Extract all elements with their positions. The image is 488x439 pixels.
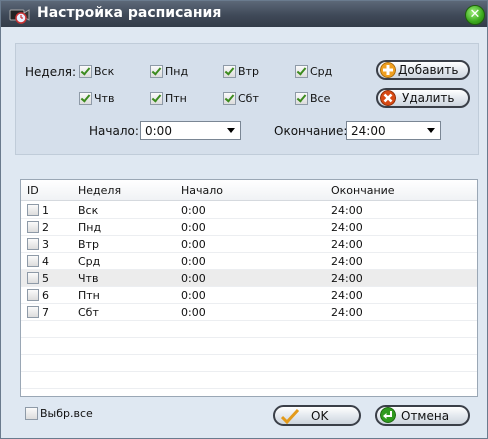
cancel-button[interactable]: Отмена [375,405,470,426]
row-checkbox[interactable] [27,221,39,233]
row-end: 24:00 [331,255,363,268]
row-id: 4 [42,255,49,268]
table-row[interactable]: 4 Срд 0:00 24:00 [21,253,477,270]
row-checkbox[interactable] [27,204,39,216]
empty-row [21,321,477,338]
day-label-mon: Пнд [165,65,189,78]
day-label-fri: Птн [165,92,187,105]
row-id: 5 [42,272,49,285]
end-time-select[interactable]: 24:00 [346,121,441,140]
header-week: Неделя [78,184,122,197]
row-end: 24:00 [331,272,363,285]
start-time-select[interactable]: 0:00 [140,121,241,140]
cancel-button-label: Отмена [401,409,450,423]
day-checkbox-wed[interactable] [295,65,308,78]
row-start: 0:00 [181,306,206,319]
row-end: 24:00 [331,204,363,217]
ok-button-label: OK [311,409,329,423]
day-label-thu: Чтв [94,92,115,105]
add-button[interactable]: Добавить [376,60,470,80]
table-row[interactable]: 6 Птн 0:00 24:00 [21,287,477,304]
ok-button[interactable]: OK [273,405,361,426]
row-id: 2 [42,221,49,234]
table-row[interactable]: 1 Вск 0:00 24:00 [21,202,477,219]
row-end: 24:00 [331,221,363,234]
row-start: 0:00 [181,289,206,302]
checkmark-icon [281,408,299,424]
schedule-table: ID Неделя Начало Окончание 1 Вск 0:00 24… [20,179,478,397]
day-label-wed: Срд [310,65,333,78]
end-time-value: 24:00 [351,124,386,138]
start-time-value: 0:00 [145,124,172,138]
schedule-dialog: Настройка расписания ✕ Неделя: Вск Пнд В… [0,0,488,439]
empty-row [21,355,477,372]
row-id: 7 [42,306,49,319]
day-label-sun: Вск [94,65,115,78]
row-day: Птн [78,289,100,302]
chevron-down-icon [427,128,435,133]
row-checkbox[interactable] [27,255,39,267]
week-label: Неделя: [25,65,77,79]
row-day: Втр [78,238,99,251]
table-header: ID Неделя Начало Окончание [21,180,477,201]
row-start: 0:00 [181,255,206,268]
empty-row [21,372,477,389]
table-row[interactable]: 3 Втр 0:00 24:00 [21,236,477,253]
day-checkbox-sat[interactable] [223,92,236,105]
day-label-sat: Сбт [238,92,259,105]
row-day: Чтв [78,272,99,285]
day-checkbox-sun[interactable] [79,65,92,78]
camera-clock-icon [9,9,30,24]
row-checkbox[interactable] [27,238,39,250]
header-start: Начало [181,184,224,197]
day-checkbox-fri[interactable] [150,92,163,105]
day-label-all: Все [310,92,331,105]
row-id: 1 [42,204,49,217]
row-id: 3 [42,238,49,251]
row-end: 24:00 [331,306,363,319]
header-id: ID [27,184,39,197]
row-checkbox[interactable] [27,289,39,301]
day-checkbox-tue[interactable] [223,65,236,78]
start-label: Начало: [89,124,139,138]
table-row[interactable]: 7 Сбт 0:00 24:00 [21,304,477,321]
row-start: 0:00 [181,238,206,251]
close-icon: ✕ [469,7,481,22]
empty-row [21,338,477,355]
header-end: Окончание [331,184,395,197]
day-checkbox-thu[interactable] [79,92,92,105]
row-id: 6 [42,289,49,302]
row-start: 0:00 [181,204,206,217]
table-row-selected[interactable]: 5 Чтв 0:00 24:00 [21,270,477,287]
x-icon [380,90,396,106]
row-end: 24:00 [331,289,363,302]
row-day: Пнд [78,221,102,234]
window-title: Настройка расписания [37,5,222,21]
table-row[interactable]: 2 Пнд 0:00 24:00 [21,219,477,236]
chevron-down-icon [227,128,235,133]
title-bar: Настройка расписания ✕ [1,1,487,27]
row-checkbox[interactable] [27,306,39,318]
row-day: Вск [78,204,99,217]
day-checkbox-all[interactable] [295,92,308,105]
end-label: Окончание: [274,124,348,138]
row-start: 0:00 [181,221,206,234]
row-end: 24:00 [331,238,363,251]
day-checkbox-mon[interactable] [150,65,163,78]
select-all-checkbox[interactable] [25,407,38,420]
day-label-tue: Втр [238,65,259,78]
return-arrow-icon [380,407,396,423]
row-day: Сбт [78,306,99,319]
row-checkbox[interactable] [27,272,39,284]
add-button-label: Добавить [398,63,459,77]
select-all-label: Выбр.все [40,407,93,420]
delete-button[interactable]: Удалить [376,88,470,108]
delete-button-label: Удалить [402,91,455,105]
plus-icon [380,62,396,78]
row-start: 0:00 [181,272,206,285]
row-day: Срд [78,255,101,268]
close-button[interactable]: ✕ [465,5,485,25]
